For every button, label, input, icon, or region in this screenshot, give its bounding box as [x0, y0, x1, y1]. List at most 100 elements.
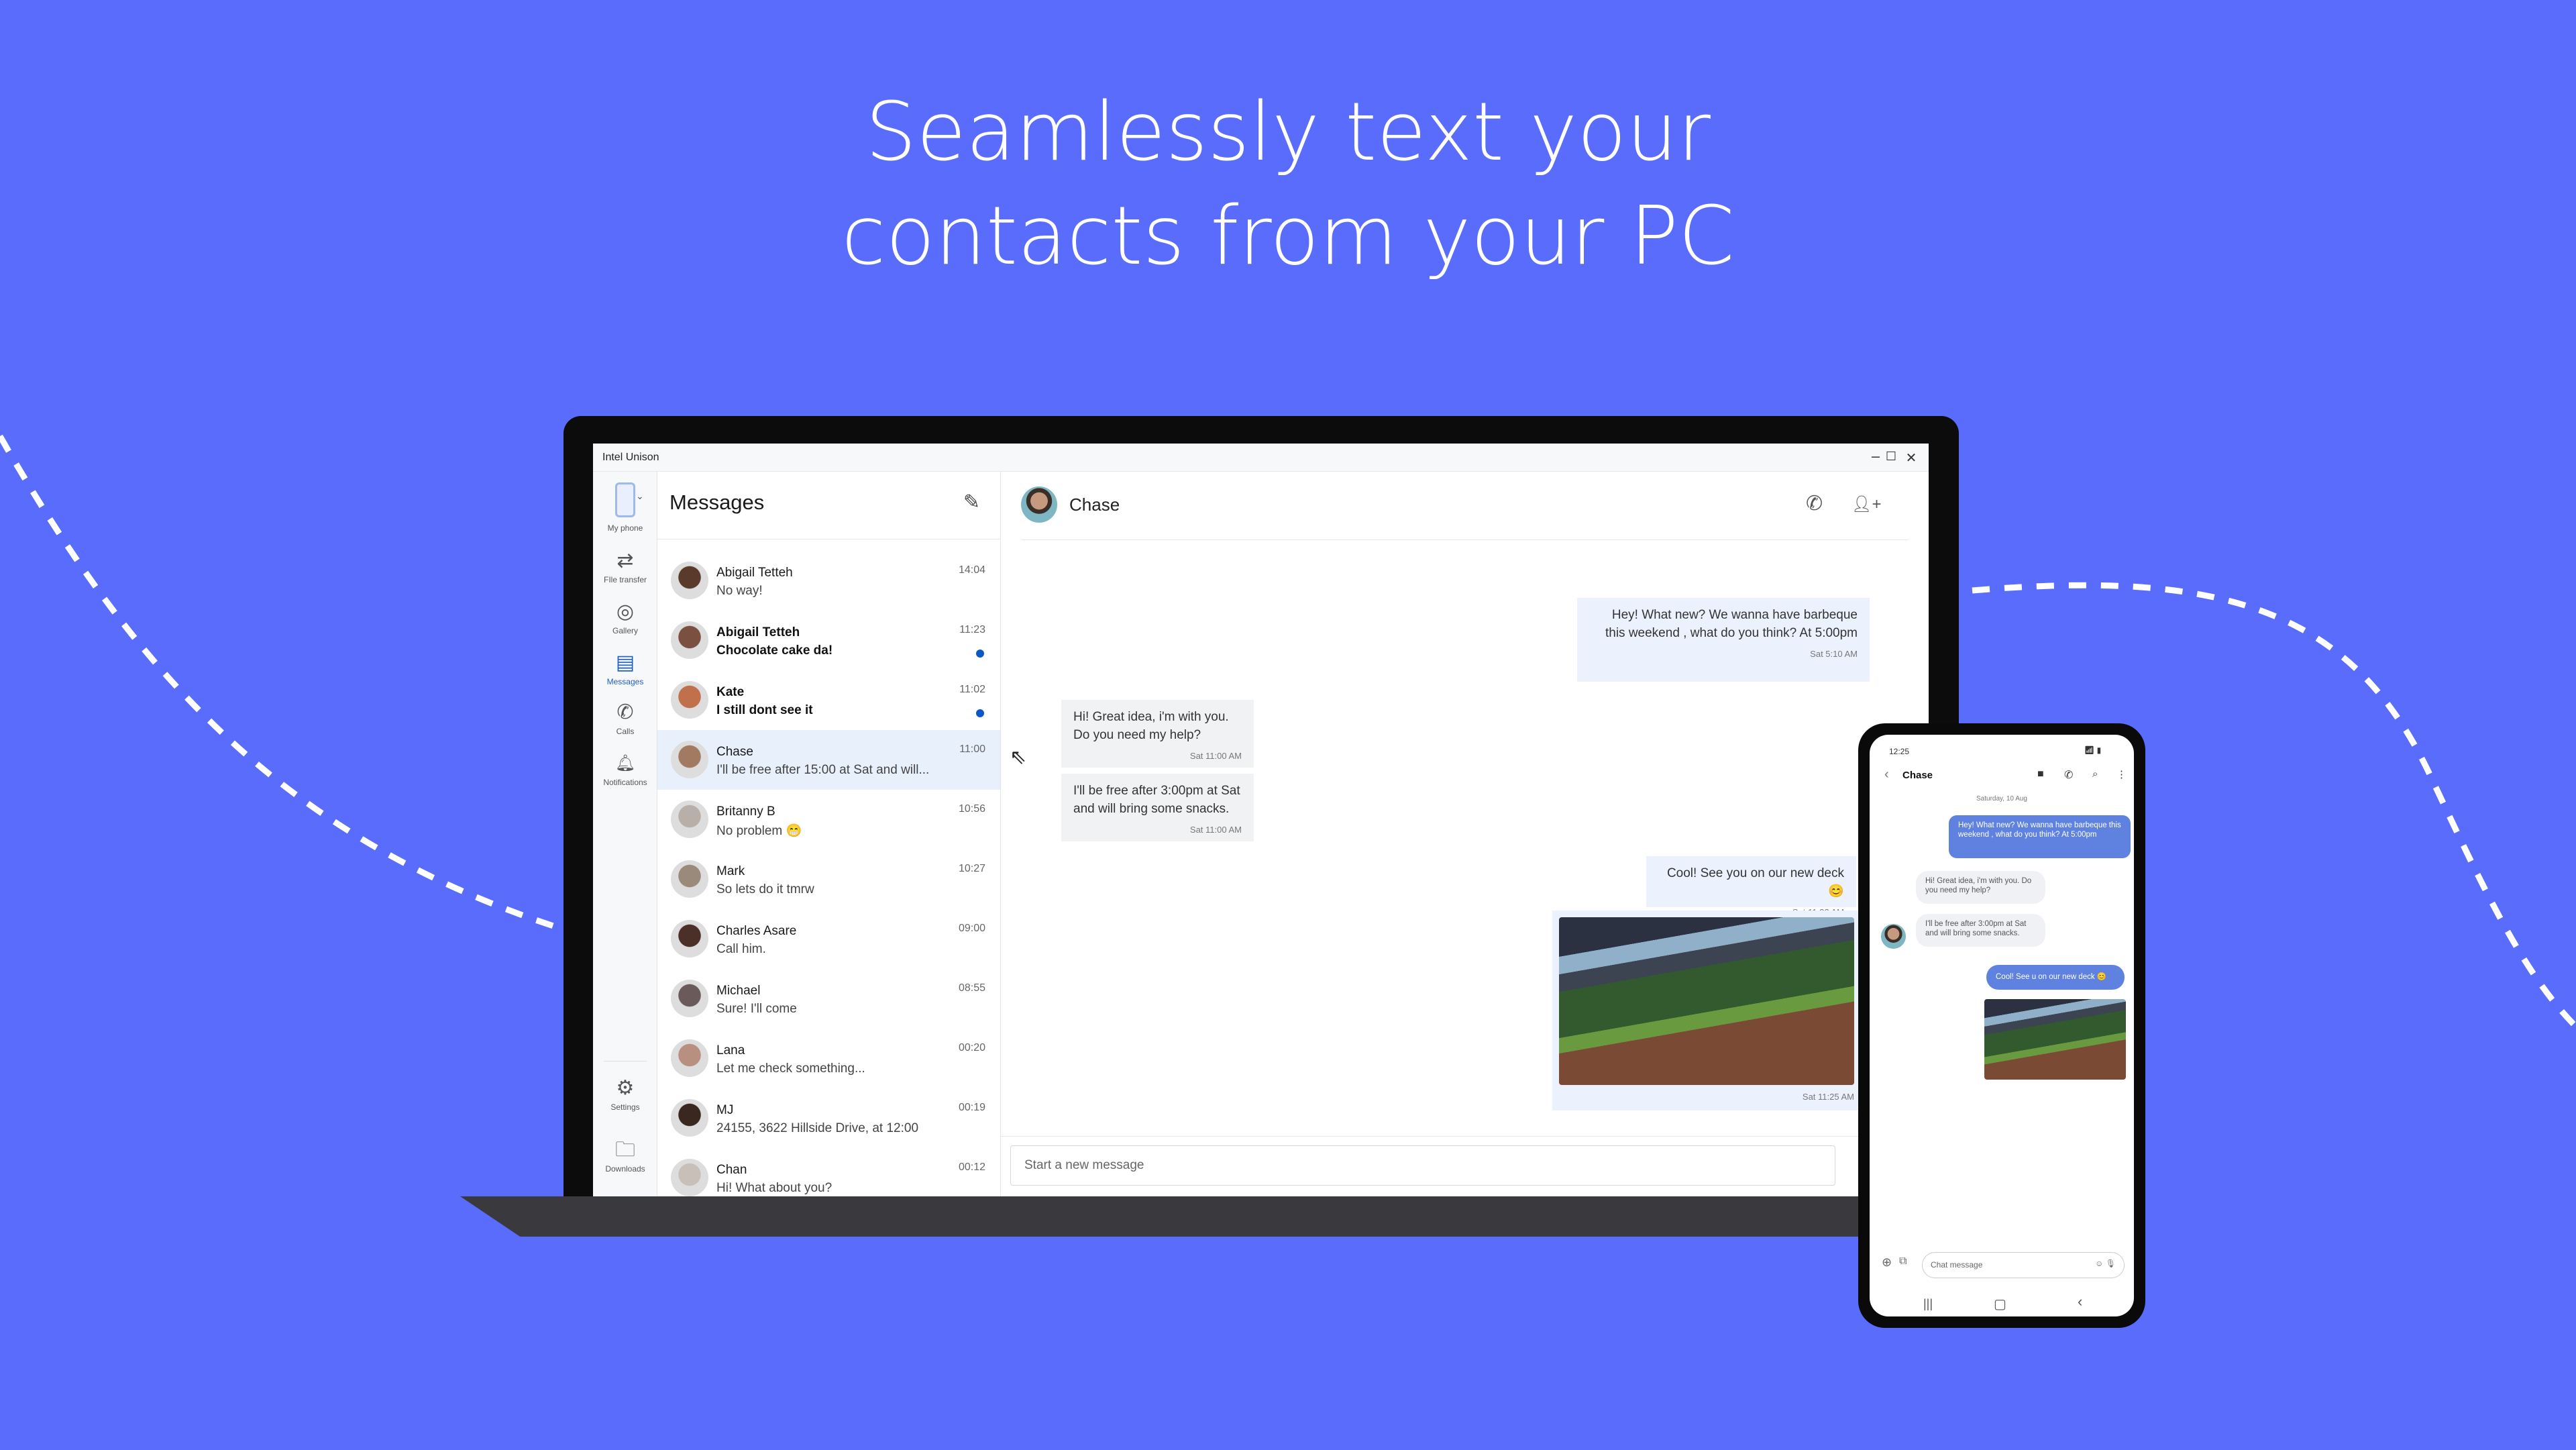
sidebar-item-calls[interactable]: ✆ Calls: [593, 701, 657, 736]
status-icons: 📶︎ ▮: [2084, 745, 2102, 755]
window-title: Intel Unison: [602, 452, 659, 463]
phone-bubble-incoming: I'll be free after 3:00pm at Sat and wil…: [1916, 914, 2045, 947]
message-text: Cool! See you on our new deck😊: [1666, 866, 1844, 898]
message-preview: Chocolate cake da!: [716, 643, 833, 658]
conversation-row[interactable]: Britanny B No problem 😁 10:56: [657, 790, 1000, 849]
message-preview: No way!: [716, 584, 763, 598]
contact-name: Mark: [716, 864, 745, 878]
sidebar-label: Calls: [616, 727, 635, 736]
sidebar-item-messages[interactable]: ▤ Messages: [593, 652, 657, 686]
gallery-icon[interactable]: ⧉: [1899, 1255, 1907, 1267]
deck-photo[interactable]: [1984, 999, 2126, 1080]
back-icon[interactable]: ‹: [1884, 767, 1889, 782]
recent-apps-icon[interactable]: |||: [1923, 1297, 1933, 1311]
add-person-icon[interactable]: 👤︎+: [1851, 495, 1881, 514]
compose-icon[interactable]: ✎: [963, 490, 980, 514]
chat-message-input[interactable]: Chat message ☺ 🎙︎: [1922, 1252, 2125, 1278]
conversation-list: Abigail Tetteh No way! 14:04 Abigail Tet…: [657, 551, 1000, 1196]
sidebar-item-settings[interactable]: ⚙ Settings: [593, 1077, 657, 1112]
headline-line-2: contacts from your PC: [841, 190, 1735, 283]
avatar: [671, 1039, 708, 1077]
call-icon[interactable]: ✆: [1806, 492, 1823, 515]
message-preview: I still dont see it: [716, 703, 813, 717]
close-button[interactable]: ✕: [1898, 450, 1925, 466]
unread-indicator: [976, 650, 984, 658]
message-preview: Hi! What about you?: [716, 1181, 833, 1195]
search-icon[interactable]: ⌕: [2092, 768, 2098, 780]
transfer-icon: ⇄: [616, 550, 634, 572]
sidebar-item-downloads[interactable]: 🗀 Downloads: [593, 1139, 657, 1174]
sidebar-label: My phone: [607, 523, 643, 533]
contact-avatar: [1881, 924, 1906, 949]
conversation-row[interactable]: Chase I'll be free after 15:00 at Sat an…: [657, 730, 1000, 790]
video-call-icon[interactable]: ■: [2037, 768, 2044, 780]
sidebar-label: Gallery: [612, 626, 638, 635]
deck-photo[interactable]: [1559, 917, 1854, 1085]
title-bar: Intel Unison – ☐ ✕: [593, 444, 1929, 472]
avatar: [671, 1099, 708, 1137]
contact-name: Lana: [716, 1043, 745, 1057]
chat-input-placeholder: Chat message: [1931, 1260, 1983, 1270]
conversation-row[interactable]: Michael Sure! I'll come 08:55: [657, 969, 1000, 1029]
phone-screen: 12:25 📶︎ ▮ ‹ Chase ■ ✆ ⌕ ⋮ Saturday, 10 …: [1870, 735, 2134, 1316]
add-icon[interactable]: ⊕: [1882, 1255, 1892, 1270]
emoji-mic-icons[interactable]: ☺ 🎙︎: [2095, 1259, 2116, 1268]
message-time: 00:12: [958, 1161, 985, 1173]
app-window: Intel Unison – ☐ ✕ ⌄ My phone ⇄ FIle trans…: [593, 444, 1929, 1196]
message-text: Hi! Great idea, i'm with you. Do you nee…: [1073, 710, 1229, 742]
contact-name: Charles Asare: [716, 924, 797, 938]
message-time: 14:04: [958, 564, 985, 576]
conversation-row[interactable]: Charles Asare Call him. 09:00: [657, 909, 1000, 969]
message-input[interactable]: Start a new message: [1010, 1145, 1835, 1186]
divider: [1001, 1136, 1929, 1137]
conversation-row[interactable]: Lana Let me check something... 00:20: [657, 1029, 1000, 1088]
message-time: 11:00: [959, 743, 985, 755]
conversation-row[interactable]: Abigail Tetteh Chocolate cake da! 11:23: [657, 611, 1000, 670]
more-icon[interactable]: ⋮: [2116, 768, 2127, 780]
phone-bubble-incoming: Hi! Great idea, i'm with you. Do you nee…: [1916, 871, 2045, 904]
conversation-row[interactable]: Kate I still dont see it 11:02: [657, 670, 1000, 730]
message-time: 00:20: [958, 1042, 985, 1053]
message-bubble-incoming: I'll be free after 3:00pm at Sat and wil…: [1061, 774, 1254, 841]
chevron-down-icon[interactable]: ⌄: [636, 490, 644, 502]
message-preview: Call him.: [716, 942, 766, 956]
phone-status-time: 12:25: [1889, 747, 1910, 756]
message-preview: Sure! I'll come: [716, 1002, 797, 1016]
contact-name: Kate: [716, 685, 745, 699]
message-bubble-image: Sat 11:25 AM: [1552, 911, 1861, 1110]
home-icon[interactable]: ▢: [1994, 1296, 2006, 1312]
laptop-base: [460, 1196, 1957, 1237]
conversation-row[interactable]: MJ 24155, 3622 Hillside Drive, at 12:00 …: [657, 1088, 1000, 1148]
conversation-row[interactable]: Chan Hi! What about you? 00:12: [657, 1148, 1000, 1196]
contact-name: Chase: [716, 745, 753, 759]
message-time: 10:56: [958, 803, 985, 815]
conversation-row[interactable]: Mark So lets do it tmrw 10:27: [657, 849, 1000, 909]
phone-bubble-outgoing: Cool! See u on our new deck 😊: [1986, 965, 2125, 990]
messages-icon: ▤: [615, 652, 635, 674]
avatar: [671, 920, 708, 957]
avatar: [671, 800, 708, 838]
message-time: 00:19: [958, 1102, 985, 1113]
bell-icon: 🔔︎: [614, 754, 636, 772]
conversation-list-panel: Messages ✎ Abigail Tetteh No way! 14:04 …: [657, 472, 1001, 1196]
conversation-row[interactable]: Abigail Tetteh No way! 14:04: [657, 551, 1000, 611]
unread-indicator: [976, 709, 984, 717]
gear-icon: ⚙: [616, 1077, 635, 1099]
message-time: 11:02: [959, 684, 985, 695]
back-nav-icon[interactable]: ‹: [2078, 1293, 2082, 1310]
panel-title: Messages: [669, 490, 765, 514]
contact-avatar: [1021, 486, 1057, 523]
avatar: [671, 980, 708, 1017]
message-text: Hey! What new? We wanna have barbeque th…: [1605, 608, 1858, 640]
contact-name: Abigail Tetteh: [716, 625, 800, 639]
call-icon[interactable]: ✆: [2064, 768, 2073, 782]
message-preview: 24155, 3622 Hillside Drive, at 12:00: [716, 1121, 919, 1135]
avatar: [671, 621, 708, 659]
sidebar-item-notifications[interactable]: 🔔︎ Notifications: [593, 752, 657, 787]
sidebar-item-gallery[interactable]: ◎ Gallery: [593, 601, 657, 635]
mouse-cursor-icon: ⇖: [1010, 746, 1027, 768]
sidebar-item-my-phone[interactable]: ⌄ My phone: [593, 482, 657, 533]
avatar: [671, 860, 708, 898]
sidebar-item-file-transfer[interactable]: ⇄ FIle transfer: [593, 550, 657, 584]
sidebar-label: FIle transfer: [603, 575, 647, 584]
